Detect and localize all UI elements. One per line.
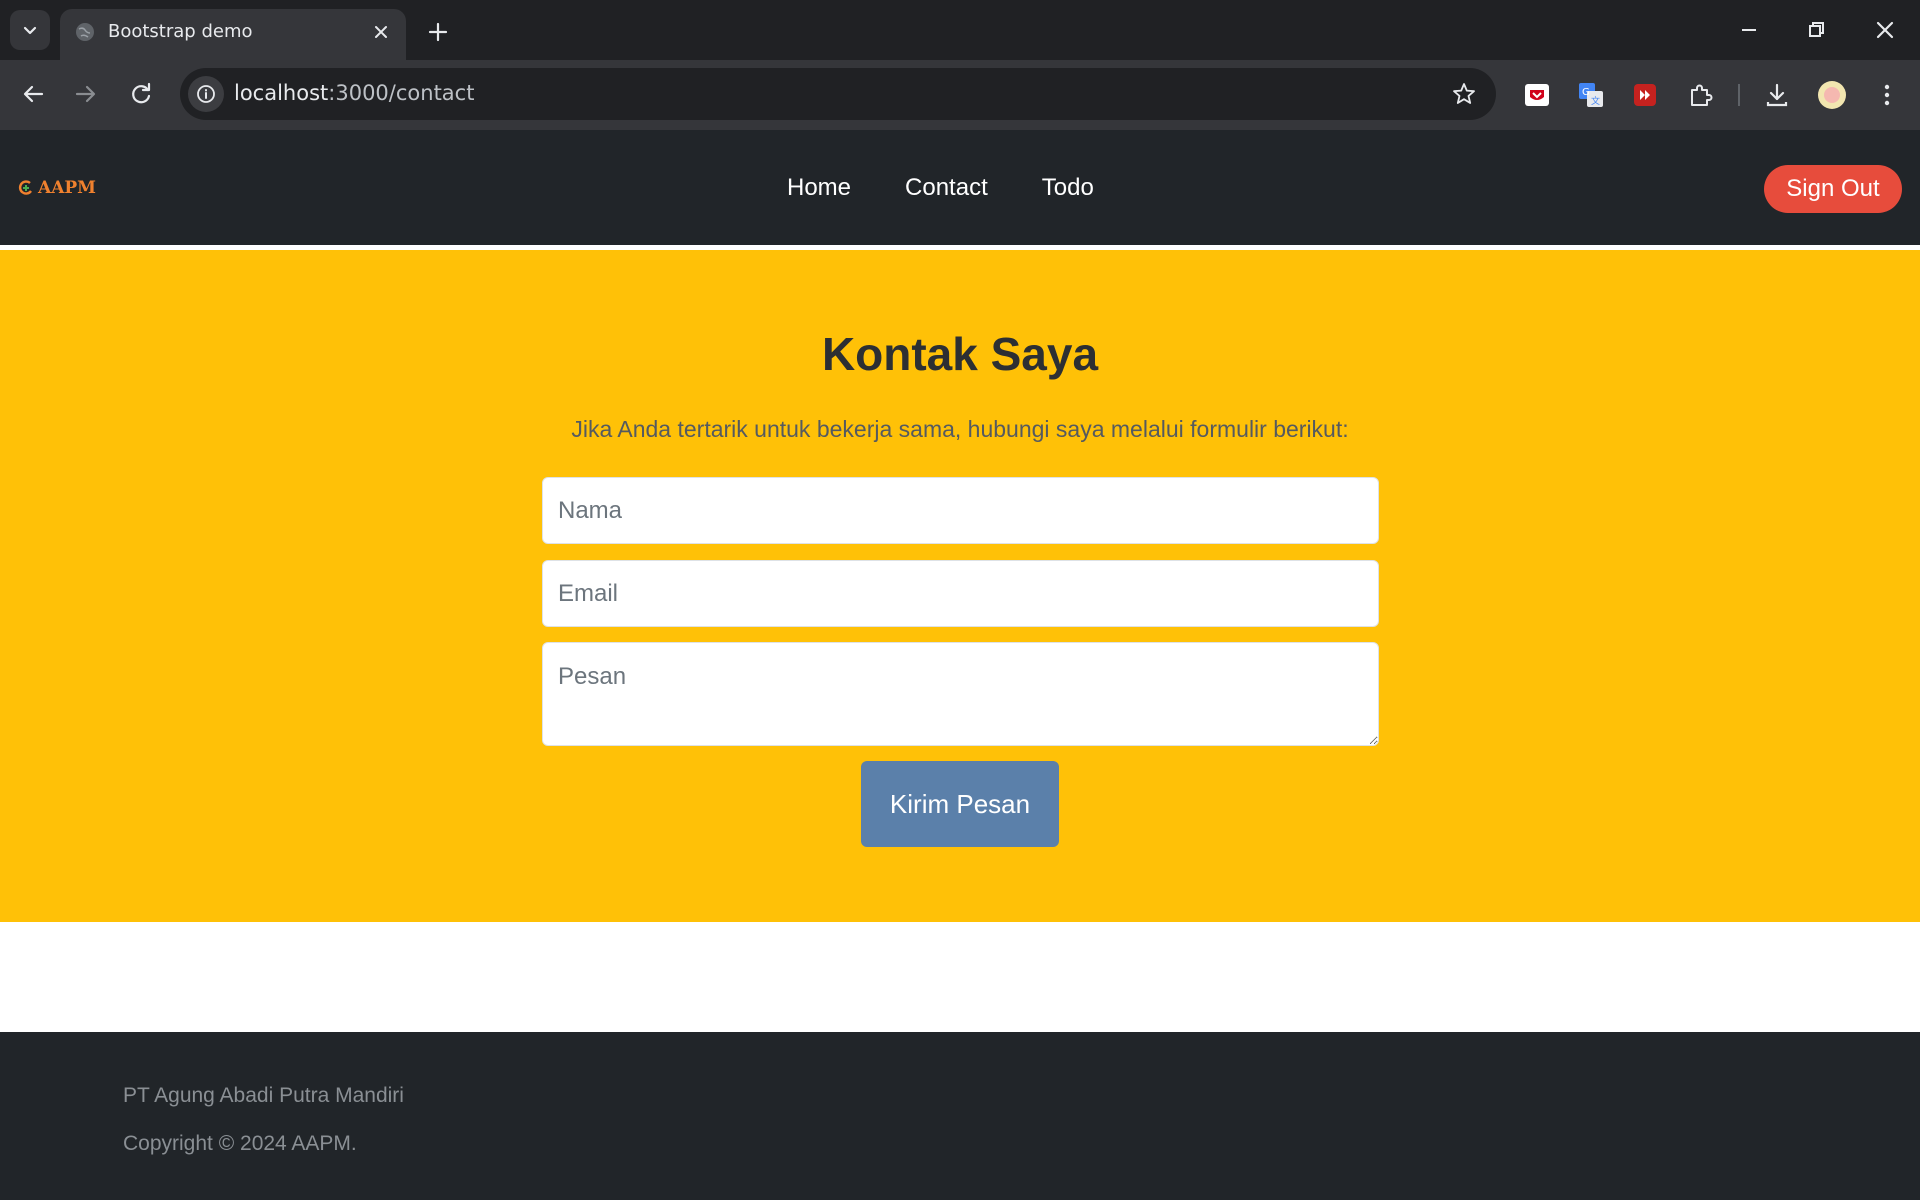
brand-logo[interactable]: AAPM	[18, 178, 96, 198]
address-bar[interactable]: localhost:3000/contact	[180, 68, 1496, 120]
footer-copyright: Copyright © 2024 AAPM.	[123, 1132, 357, 1155]
extension-icon[interactable]	[1630, 80, 1660, 110]
reload-icon[interactable]	[125, 78, 157, 110]
nav-link-contact[interactable]: Contact	[905, 174, 988, 202]
page-title: Kontak Saya	[821, 328, 1099, 380]
pocket-icon[interactable]	[1522, 80, 1552, 110]
page-subtitle: Jika Anda tertarik untuk bekerja sama, h…	[571, 416, 1349, 442]
plus-icon[interactable]	[424, 18, 452, 46]
kebab-menu-icon[interactable]	[1872, 80, 1902, 110]
forward-icon[interactable]	[70, 78, 102, 110]
url-text: localhost:3000/contact	[234, 81, 474, 105]
globe-icon	[76, 23, 94, 41]
browser-titlebar: Bootstrap demo	[0, 0, 1920, 60]
submit-button[interactable]: Kirim Pesan	[861, 761, 1059, 847]
browser-toolbar: localhost:3000/contact G文	[0, 60, 1920, 130]
nav-link-home[interactable]: Home	[787, 174, 851, 202]
tab-title: Bootstrap demo	[108, 21, 253, 42]
avatar[interactable]	[1817, 80, 1847, 110]
back-icon[interactable]	[17, 78, 49, 110]
web-page: AAPM Home Contact Todo Sign Out Kontak S…	[0, 130, 1920, 1200]
email-input[interactable]	[542, 560, 1379, 627]
site-info-button[interactable]	[188, 76, 224, 112]
toolbar-divider	[1738, 84, 1740, 106]
footer-company: PT Agung Abadi Putra Mandiri	[123, 1084, 404, 1107]
nav-link-todo[interactable]: Todo	[1042, 174, 1094, 202]
translate-icon[interactable]: G文	[1576, 80, 1606, 110]
tab-search-button[interactable]	[10, 10, 50, 50]
svg-text:文: 文	[1591, 95, 1600, 107]
nav-links: Home Contact Todo	[787, 174, 1094, 202]
sign-out-button[interactable]: Sign Out	[1764, 165, 1902, 213]
url-host: localhost	[234, 81, 329, 105]
info-icon	[197, 85, 215, 103]
svg-text:G: G	[1582, 87, 1590, 98]
window-close-icon[interactable]	[1869, 14, 1901, 46]
download-icon[interactable]	[1762, 80, 1792, 110]
url-path: :3000/contact	[328, 81, 475, 105]
site-navbar: AAPM Home Contact Todo Sign Out	[0, 130, 1920, 245]
restore-icon[interactable]	[1800, 14, 1832, 46]
name-input[interactable]	[542, 477, 1379, 544]
message-textarea[interactable]	[542, 642, 1379, 746]
chevron-down-icon	[23, 26, 37, 35]
logo-icon	[18, 180, 32, 195]
star-icon[interactable]	[1450, 80, 1478, 108]
close-icon[interactable]	[370, 21, 392, 43]
browser-tab[interactable]: Bootstrap demo	[60, 9, 406, 60]
minimize-icon[interactable]	[1733, 14, 1765, 46]
brand-name: AAPM	[38, 178, 96, 198]
puzzle-icon[interactable]	[1685, 80, 1715, 110]
site-footer: PT Agung Abadi Putra Mandiri Copyright ©…	[0, 1032, 1920, 1200]
